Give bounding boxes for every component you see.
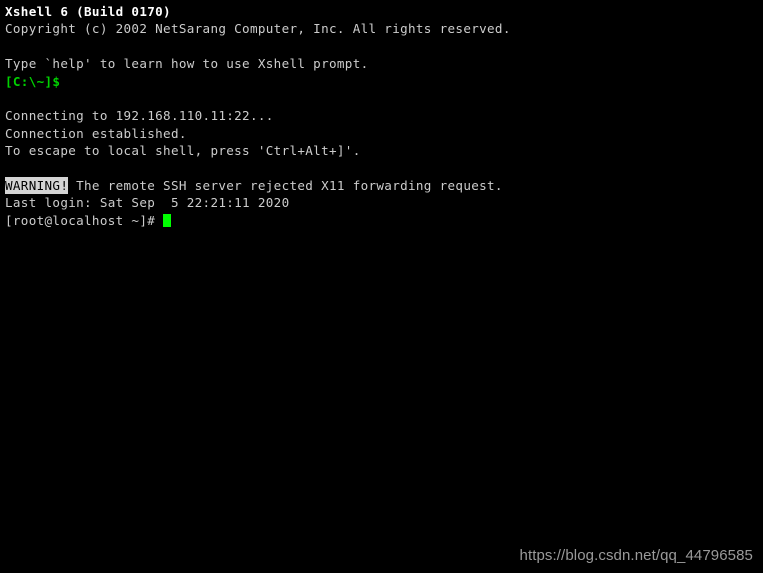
terminal-line-escape-hint: To escape to local shell, press 'Ctrl+Al…	[5, 142, 763, 159]
connecting-text: Connecting to 192.168.110.11:22...	[5, 108, 274, 124]
help-hint-text: Type `help' to learn how to use Xshell p…	[5, 56, 369, 72]
remote-prompt-text: [root@localhost ~]#	[5, 212, 164, 228]
escape-hint-text: To escape to local shell, press 'Ctrl+Al…	[5, 143, 361, 159]
terminal-line-warning: WARNING! The remote SSH server rejected …	[5, 176, 763, 194]
terminal-line-connection-established: Connection established.	[5, 125, 763, 142]
terminal-line-local-prompt: [C:\~]$	[5, 73, 763, 90]
terminal-line-help-hint: Type `help' to learn how to use Xshell p…	[5, 55, 763, 72]
warning-badge: WARNING!	[5, 176, 69, 194]
watermark-url: https://blog.csdn.net/qq_44796585	[519, 547, 753, 564]
terminal-line-blank-1	[5, 38, 763, 55]
terminal-line-connecting: Connecting to 192.168.110.11:22...	[5, 107, 763, 124]
terminal-line-last-login: Last login: Sat Sep 5 22:21:11 2020	[5, 194, 763, 211]
terminal-line-copyright: Copyright (c) 2002 NetSarang Computer, I…	[5, 20, 763, 37]
last-login-text: Last login: Sat Sep 5 22:21:11 2020	[5, 195, 290, 211]
warning-message-text: The remote SSH server rejected X11 forwa…	[68, 177, 503, 193]
local-prompt-text: [C:\~]$	[5, 73, 61, 89]
text-cursor	[163, 213, 172, 227]
terminal-output-area[interactable]: Xshell 6 (Build 0170) Copyright (c) 2002…	[5, 3, 763, 573]
terminal-line-blank-3	[5, 160, 763, 177]
terminal-line-remote-prompt: [root@localhost ~]#	[5, 212, 763, 229]
connection-established-text: Connection established.	[5, 125, 187, 141]
terminal-line-blank-2	[5, 90, 763, 107]
banner-title-text: Xshell 6 (Build 0170)	[5, 4, 171, 19]
terminal-line-banner-title: Xshell 6 (Build 0170)	[5, 3, 763, 20]
copyright-text: Copyright (c) 2002 NetSarang Computer, I…	[5, 21, 511, 37]
terminal-window[interactable]: Xshell 6 (Build 0170) Copyright (c) 2002…	[0, 0, 763, 573]
